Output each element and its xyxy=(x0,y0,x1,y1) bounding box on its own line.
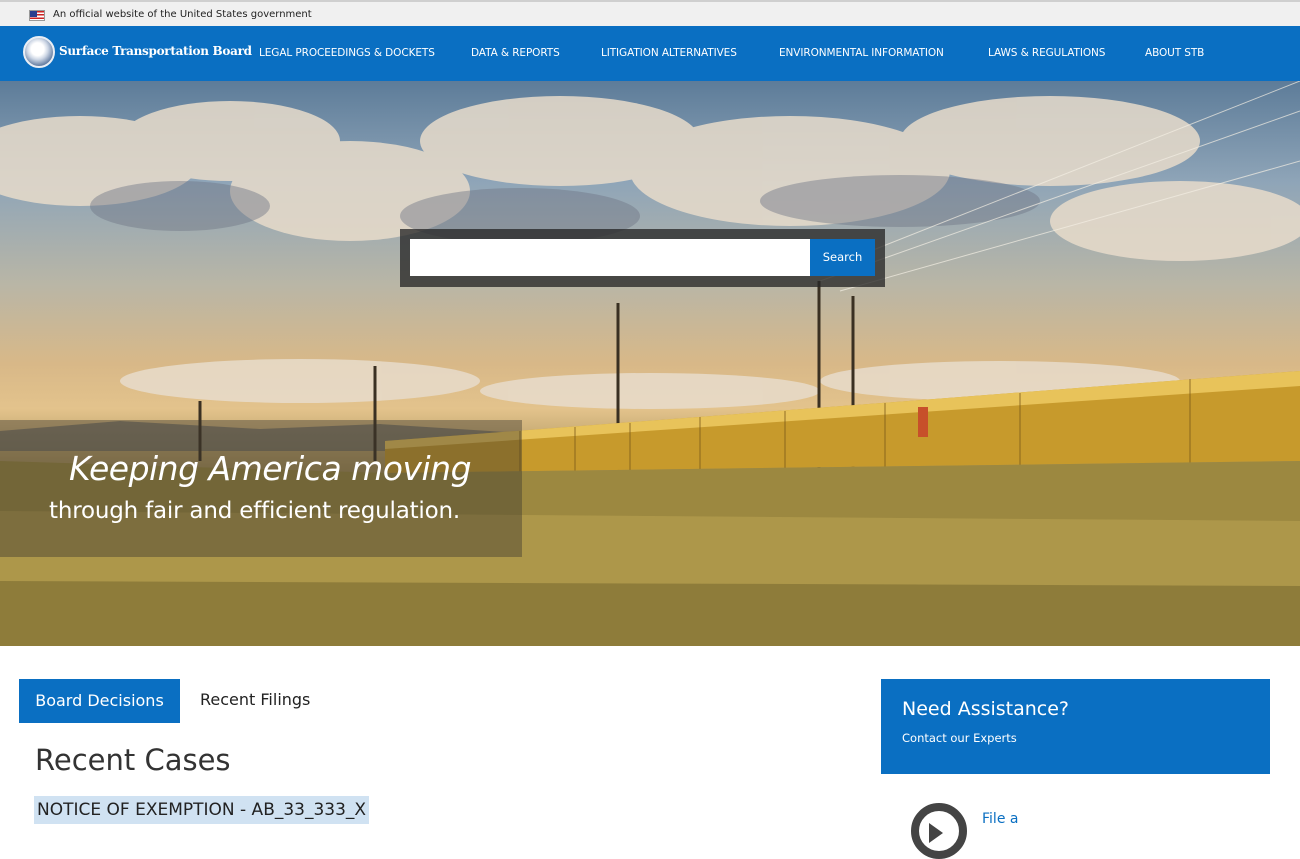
need-assistance-card[interactable]: Need Assistance? Contact our Experts xyxy=(881,679,1270,774)
us-flag-icon xyxy=(29,10,45,21)
stb-seal-icon[interactable] xyxy=(23,36,55,68)
nav-legal-proceedings[interactable]: LEGAL PROCEEDINGS & DOCKETS xyxy=(259,47,435,59)
search-button[interactable]: Search xyxy=(810,239,875,276)
tagline-overlay xyxy=(0,420,522,557)
nav-litigation-alternatives[interactable]: LITIGATION ALTERNATIVES xyxy=(601,47,737,59)
nav-environmental-information[interactable]: ENVIRONMENTAL INFORMATION xyxy=(779,47,944,59)
gov-banner-text: An official website of the United States… xyxy=(53,9,312,20)
need-assistance-title: Need Assistance? xyxy=(902,698,1070,720)
main-navbar: Surface Transportation Board LEGAL PROCE… xyxy=(0,26,1300,81)
gov-banner: An official website of the United States… xyxy=(0,2,1300,26)
nav-about-stb[interactable]: ABOUT STB xyxy=(1145,47,1204,59)
hero-banner: Keeping America moving through fair and … xyxy=(0,81,1300,646)
contact-experts-link[interactable]: Contact our Experts xyxy=(902,731,1017,745)
nav-data-reports[interactable]: DATA & REPORTS xyxy=(471,47,560,59)
tab-board-decisions[interactable]: Board Decisions xyxy=(19,679,180,723)
arrow-circle-right-icon[interactable] xyxy=(911,803,967,859)
case-link[interactable]: NOTICE OF EXEMPTION - AB_33_333_X xyxy=(34,796,370,824)
tab-recent-filings[interactable]: Recent Filings xyxy=(200,690,310,709)
search-input[interactable] xyxy=(410,239,810,276)
nav-laws-regulations[interactable]: LAWS & REGULATIONS xyxy=(988,47,1105,59)
tagline-primary: Keeping America moving xyxy=(69,449,472,488)
hero-train-landscape-image xyxy=(0,81,1300,646)
tagline-secondary: through fair and efficient regulation. xyxy=(49,498,460,524)
recent-cases-heading: Recent Cases xyxy=(35,743,231,777)
site-name[interactable]: Surface Transportation Board xyxy=(59,44,252,58)
file-a-link[interactable]: File a xyxy=(982,811,1018,827)
